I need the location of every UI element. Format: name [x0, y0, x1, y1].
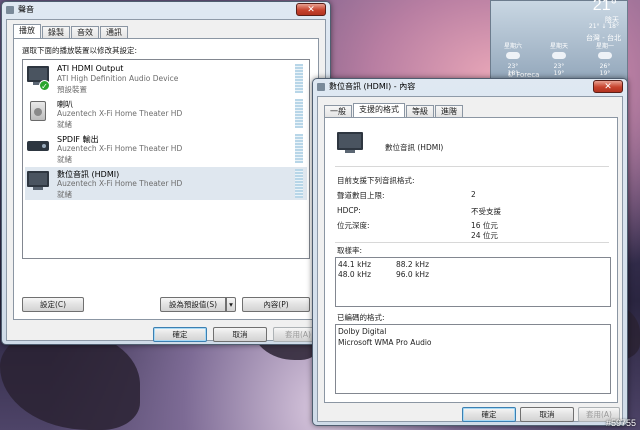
- device-status: 就緒: [57, 155, 72, 164]
- tab-sounds[interactable]: 音效: [71, 26, 99, 38]
- speaker-app-icon: [6, 6, 14, 14]
- bit-depth-value: 24 位元: [471, 231, 498, 240]
- sample-rate-item: 96.0 kHz: [396, 270, 430, 279]
- properties-window: 數位音訊 (HDMI) - 內容 ✕ 一般 支援的格式 等級 進階 數位音訊 (…: [312, 78, 628, 426]
- divider: [335, 242, 609, 243]
- encoded-format-item: Dolby Digital: [338, 327, 387, 336]
- properties-window-client: 一般 支援的格式 等級 進階 數位音訊 (HDMI) 目前支援下列音訊格式: 聲…: [317, 96, 623, 422]
- tab-advanced[interactable]: 進階: [435, 105, 463, 117]
- set-default-button[interactable]: 設為預設值(S): [160, 297, 226, 312]
- cancel-button[interactable]: 取消: [520, 407, 574, 422]
- properties-window-title: 數位音訊 (HDMI) - 內容: [329, 82, 416, 91]
- sound-window-title: 聲音: [18, 5, 34, 14]
- sound-window: 聲音 ✕ 播放 錄製 音效 通訊 選取下面的播放裝置以修改其設定: ✓ ATI …: [1, 1, 331, 345]
- forecast-lo: 19°: [553, 70, 565, 77]
- max-channels-label: 聲道數目上限:: [337, 191, 385, 200]
- ok-button[interactable]: 確定: [153, 327, 207, 342]
- speaker-app-icon: [317, 83, 325, 91]
- background-rock: [0, 330, 140, 430]
- forecast-day: 星期一 26° 19°: [585, 41, 625, 77]
- tab-recording[interactable]: 錄製: [42, 26, 70, 38]
- encoded-formats-label: 已編碼的格式:: [337, 313, 385, 322]
- forecast-hi: 26°: [599, 63, 611, 70]
- properties-button[interactable]: 內容(P): [242, 297, 310, 312]
- volume-meter: [295, 134, 303, 163]
- device-description: Auzentech X-Fi Home Theater HD: [57, 109, 183, 118]
- volume-meter: [295, 169, 303, 198]
- close-icon: ✕: [307, 5, 315, 15]
- hdcp-value: 不受支援: [471, 207, 501, 216]
- forecast-day: 星期天 23° 19°: [539, 41, 579, 77]
- forecast-day-label: 星期一: [595, 43, 614, 50]
- sample-rate-label: 取樣率:: [337, 246, 363, 255]
- forecast-hi: 23°: [507, 63, 519, 70]
- forecast-lo: 19°: [599, 70, 611, 77]
- device-list[interactable]: ✓ ATI HDMI Output ATI High Definition Au…: [22, 59, 310, 259]
- formats-section-title: 目前支援下列音訊格式:: [337, 176, 415, 185]
- configure-button[interactable]: 設定(C): [22, 297, 84, 312]
- properties-window-titlebar[interactable]: 數位音訊 (HDMI) - 內容 ✕: [313, 79, 627, 95]
- ok-button[interactable]: 確定: [462, 407, 516, 422]
- tab-communications[interactable]: 通訊: [100, 26, 128, 38]
- close-icon: ✕: [604, 82, 612, 92]
- watermark: #59755: [605, 418, 636, 428]
- sample-rate-list[interactable]: 44.1 kHz 88.2 kHz 48.0 kHz 96.0 kHz: [335, 257, 611, 307]
- close-button[interactable]: ✕: [296, 3, 326, 16]
- default-check-icon: ✓: [39, 80, 50, 91]
- tab-playback[interactable]: 播放: [13, 24, 41, 38]
- cancel-button[interactable]: 取消: [213, 327, 267, 342]
- tab-levels[interactable]: 等級: [406, 105, 434, 117]
- tab-general[interactable]: 一般: [324, 105, 352, 117]
- cloud-icon: [598, 52, 612, 59]
- monitor-icon: ✓: [27, 66, 51, 91]
- speaker-icon: [27, 101, 51, 123]
- forecast-day-label: 星期六: [503, 43, 522, 50]
- playback-panel: 選取下面的播放裝置以修改其設定: ✓ ATI HDMI Output ATI H…: [13, 38, 319, 320]
- hdcp-label: HDCP:: [337, 206, 361, 215]
- spdif-icon: [27, 136, 51, 158]
- volume-meter: [295, 99, 303, 128]
- device-description: ATI High Definition Audio Device: [57, 74, 179, 83]
- device-description: Auzentech X-Fi Home Theater HD: [57, 179, 183, 188]
- device-item[interactable]: 喇叭 Auzentech X-Fi Home Theater HD 就緒: [25, 97, 307, 130]
- weather-gadget[interactable]: 21° 陰天 21° ↓ 18° 台灣 - 台北 星期六 23° 18° 星期天…: [490, 0, 628, 82]
- max-channels-value: 2: [471, 190, 476, 199]
- weather-temperature: 21°: [592, 0, 617, 14]
- encoded-formats-list[interactable]: Dolby Digital Microsoft WMA Pro Audio: [335, 324, 611, 394]
- divider: [335, 166, 609, 167]
- device-status: 預設裝置: [57, 85, 87, 94]
- playback-instruction: 選取下面的播放裝置以修改其設定:: [22, 46, 138, 55]
- volume-meter: [295, 64, 303, 93]
- device-status: 就緒: [57, 120, 72, 129]
- monitor-icon: [337, 132, 363, 153]
- forecast-hi: 23°: [553, 63, 565, 70]
- cloud-icon: [506, 52, 520, 59]
- weather-range: 21° ↓ 18°: [588, 23, 619, 30]
- monitor-icon: [27, 171, 51, 193]
- encoded-format-item: Microsoft WMA Pro Audio: [338, 338, 432, 347]
- forecast-day-label: 星期天: [549, 43, 568, 50]
- bit-depth-label: 位元深度:: [337, 221, 370, 230]
- chevron-down-icon: ▾: [229, 300, 233, 309]
- cloud-icon: [552, 52, 566, 59]
- device-item[interactable]: ✓ ATI HDMI Output ATI High Definition Au…: [25, 62, 307, 95]
- device-name: 數位音訊 (HDMI): [385, 143, 444, 152]
- sample-rate-item: 48.0 kHz: [338, 270, 372, 279]
- device-item-selected[interactable]: 數位音訊 (HDMI) Auzentech X-Fi Home Theater …: [25, 167, 307, 200]
- device-description: Auzentech X-Fi Home Theater HD: [57, 144, 183, 153]
- formats-panel: 數位音訊 (HDMI) 目前支援下列音訊格式: 聲道數目上限: 2 HDCP: …: [324, 117, 618, 403]
- device-status: 就緒: [57, 190, 72, 199]
- sound-window-client: 播放 錄製 音效 通訊 選取下面的播放裝置以修改其設定: ✓ ATI HDMI …: [6, 19, 326, 342]
- sound-window-titlebar[interactable]: 聲音 ✕: [2, 2, 330, 18]
- close-button[interactable]: ✕: [593, 80, 623, 93]
- sample-rate-item: 44.1 kHz: [338, 260, 372, 269]
- sample-rate-item: 88.2 kHz: [396, 260, 430, 269]
- device-name: ATI HDMI Output: [57, 64, 124, 73]
- device-item[interactable]: SPDIF 輸出 Auzentech X-Fi Home Theater HD …: [25, 132, 307, 165]
- tab-supported-formats[interactable]: 支援的格式: [353, 103, 405, 117]
- set-default-dropdown-button[interactable]: ▾: [226, 297, 236, 312]
